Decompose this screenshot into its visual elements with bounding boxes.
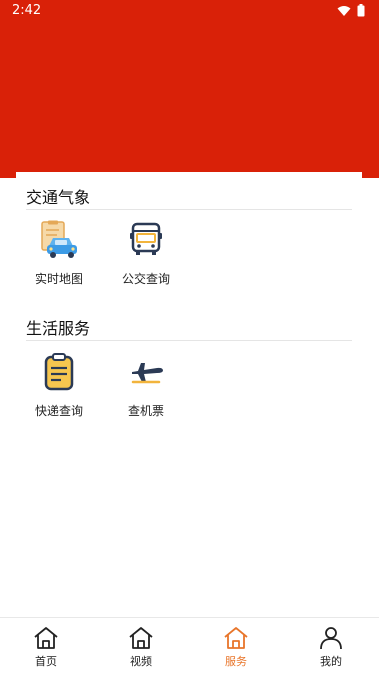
tile-bus-query[interactable]: 公交查询 xyxy=(114,220,178,294)
services-card: 交通气象 实时地图 公交查询 生活服务 快递查询 查机票 xyxy=(16,172,362,617)
tile-realtime-map[interactable]: 实时地图 xyxy=(27,220,91,294)
profile-icon xyxy=(320,627,342,650)
home-icon xyxy=(34,627,58,649)
header-banner xyxy=(0,22,379,178)
tile-label: 查机票 xyxy=(127,404,164,418)
airplane-icon xyxy=(131,363,163,384)
tile-flight-tickets[interactable]: 查机票 xyxy=(114,352,178,426)
video-home-icon xyxy=(129,627,153,649)
nav-service[interactable]: 服务 xyxy=(206,618,266,676)
section-divider xyxy=(26,209,352,210)
tile-label: 公交查询 xyxy=(121,272,170,286)
service-home-icon xyxy=(224,627,248,649)
nav-home[interactable]: 首页 xyxy=(16,618,76,676)
nav-label: 视频 xyxy=(130,655,152,668)
nav-mine[interactable]: 我的 xyxy=(301,618,361,676)
nav-label: 我的 xyxy=(320,655,342,668)
section-title-traffic: 交通气象 xyxy=(26,188,91,207)
status-time: 2:42 xyxy=(12,3,42,18)
nav-label: 服务 xyxy=(225,655,247,668)
status-icons xyxy=(337,4,365,17)
clipboard-icon xyxy=(44,353,74,391)
car-map-icon xyxy=(41,220,77,258)
tile-label: 快递查询 xyxy=(34,404,83,418)
nav-label: 首页 xyxy=(35,655,57,668)
nav-video[interactable]: 视频 xyxy=(111,618,171,676)
section-divider xyxy=(26,340,352,341)
status-bar: 2:42 xyxy=(0,0,379,22)
tile-express-query[interactable]: 快递查询 xyxy=(27,352,91,426)
tile-label: 实时地图 xyxy=(34,272,83,286)
battery-icon xyxy=(357,4,365,17)
wifi-icon xyxy=(337,5,351,16)
section-title-life: 生活服务 xyxy=(26,319,91,338)
bus-icon xyxy=(130,222,162,255)
bottom-nav: 首页 视频 服务 我的 xyxy=(0,617,379,676)
